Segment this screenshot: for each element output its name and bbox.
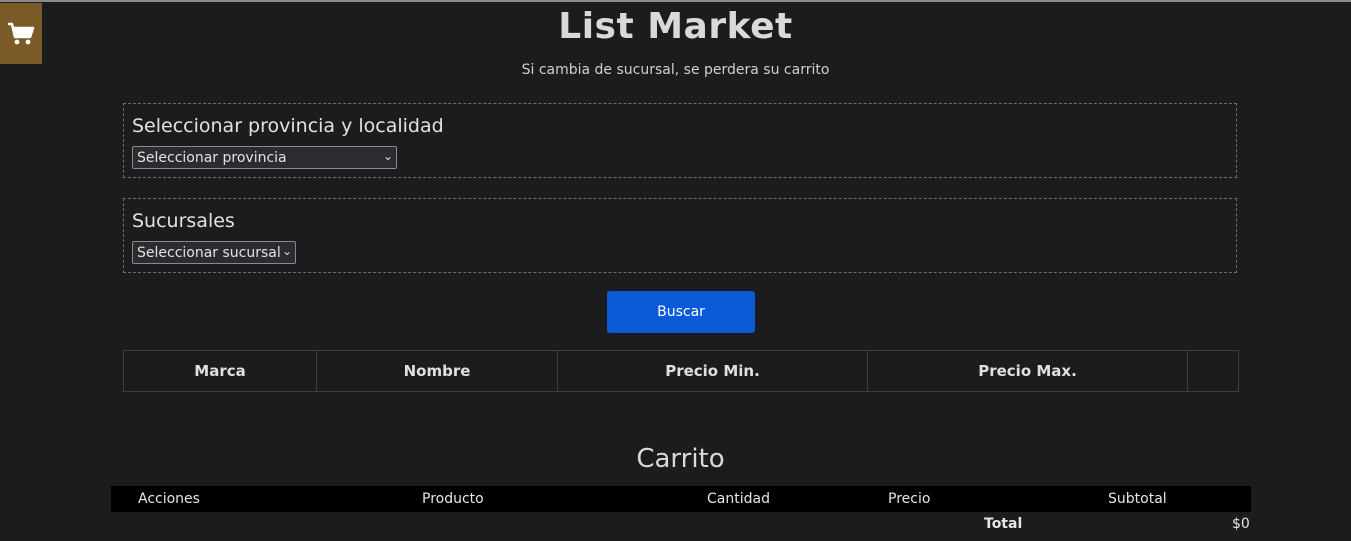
column-nombre[interactable]: Nombre bbox=[317, 351, 558, 391]
column-precio-min[interactable]: Precio Min. bbox=[558, 351, 868, 391]
column-actions bbox=[1188, 351, 1238, 391]
column-precio-max[interactable]: Precio Max. bbox=[868, 351, 1188, 391]
branches-fieldset: Sucursales Seleccionar sucursal ⌄ bbox=[123, 198, 1237, 273]
search-button-label: Buscar bbox=[657, 304, 705, 320]
province-select-value: Seleccionar provincia bbox=[137, 149, 287, 166]
branches-legend: Sucursales bbox=[132, 210, 235, 232]
cart-table-header: Acciones Producto Cantidad Precio Subtot… bbox=[111, 486, 1251, 512]
chevron-down-icon: ⌄ bbox=[281, 244, 292, 258]
branch-select[interactable]: Seleccionar sucursal ⌄ bbox=[132, 241, 296, 264]
products-table-header: Marca Nombre Precio Min. Precio Max. bbox=[123, 350, 1239, 392]
search-button[interactable]: Buscar bbox=[607, 291, 755, 333]
cart-column-acciones: Acciones bbox=[138, 491, 200, 507]
location-legend: Seleccionar provincia y localidad bbox=[132, 115, 444, 137]
location-fieldset: Seleccionar provincia y localidad Selecc… bbox=[123, 103, 1237, 178]
cart-total-value: $0 bbox=[1232, 516, 1250, 532]
top-border bbox=[0, 0, 1351, 2]
column-marca[interactable]: Marca bbox=[124, 351, 317, 391]
cart-column-producto: Producto bbox=[422, 491, 484, 507]
page-subtitle: Si cambia de sucursal, se perdera su car… bbox=[521, 62, 830, 78]
cart-column-precio: Precio bbox=[888, 491, 931, 507]
cart-total-label: Total bbox=[984, 516, 1023, 532]
cart-column-cantidad: Cantidad bbox=[707, 491, 770, 507]
branch-select-value: Seleccionar sucursal bbox=[137, 244, 281, 261]
province-select[interactable]: Seleccionar provincia ⌄ bbox=[132, 146, 397, 169]
page-title: List Market bbox=[558, 6, 793, 47]
chevron-down-icon: ⌄ bbox=[382, 149, 393, 163]
cart-column-subtotal: Subtotal bbox=[1108, 491, 1167, 507]
cart-title: Carrito bbox=[636, 444, 725, 474]
